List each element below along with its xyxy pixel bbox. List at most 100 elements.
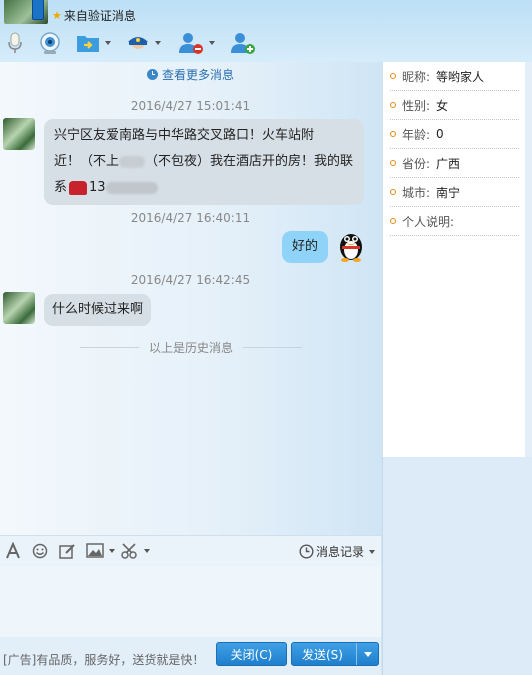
bullet-icon	[390, 102, 396, 108]
police-icon	[128, 37, 148, 49]
top-toolbar	[0, 28, 532, 58]
chevron-down-icon[interactable]	[209, 41, 215, 45]
bullet-icon	[390, 73, 396, 79]
font-icon	[6, 541, 20, 559]
penguin-icon	[340, 234, 362, 262]
chevron-down-icon[interactable]	[155, 41, 161, 45]
side-panel-bottom	[382, 457, 532, 675]
sender-avatar[interactable]	[3, 292, 35, 324]
remove-contact-icon	[179, 33, 203, 54]
field-label: 城市:	[402, 185, 431, 200]
chevron-down-icon[interactable]	[109, 548, 115, 553]
view-more-messages-link[interactable]: 查看更多消息	[0, 66, 381, 83]
emoji-button[interactable]	[32, 543, 48, 562]
voice-call-button[interactable]	[6, 30, 24, 56]
message-input[interactable]	[0, 567, 381, 637]
view-more-messages-label: 查看更多消息	[161, 68, 234, 82]
telephone-icon	[69, 180, 88, 195]
verify-message-row: ★ 来自验证消息	[52, 7, 136, 23]
clock-icon	[146, 69, 158, 80]
message-timestamp: 2016/4/27 16:42:45	[130, 273, 251, 287]
profile-row-bio: 个人说明:	[390, 207, 519, 236]
message-history-label: 消息记录	[316, 545, 365, 559]
blurred-phone-number	[105, 181, 158, 194]
star-icon: ★	[52, 8, 62, 22]
field-label: 昵称:	[402, 69, 431, 84]
message-text: 好的	[292, 239, 319, 254]
self-avatar[interactable]	[334, 228, 368, 265]
video-call-button[interactable]	[38, 30, 62, 56]
bottom-bar: [广告]有品质，服务好，送货就是快！ 关闭(C) 发送(S)	[0, 637, 381, 675]
font-button[interactable]	[5, 541, 21, 563]
profile-row-gender: 性别: 女	[390, 91, 519, 120]
clock-icon	[299, 544, 314, 559]
field-label: 个人说明:	[402, 214, 455, 229]
message-text-line: 系 13	[54, 175, 354, 201]
profile-panel: 昵称: 等哟家人 性别: 女 年龄: 0 省份: 广西 城市: 南宁 个人说明:	[382, 62, 525, 457]
field-label: 性别:	[402, 98, 431, 113]
field-value: 女	[436, 98, 449, 113]
remove-contact-button[interactable]	[178, 30, 215, 56]
send-button[interactable]: 发送(S)	[291, 642, 379, 666]
incoming-message-bubble[interactable]: 什么时候过来啊	[44, 294, 152, 326]
message-text: 什么时候过来啊	[52, 302, 144, 317]
ad-text[interactable]: [广告]有品质，服务好，送货就是快！	[3, 651, 204, 668]
verify-message-label: 来自验证消息	[63, 8, 136, 23]
message-timestamp: 2016/4/27 15:01:41	[130, 99, 251, 113]
add-contact-icon	[231, 33, 255, 54]
message-history-pane[interactable]: 查看更多消息 2016/4/27 15:01:41 兴宁区友爱南路与中华路交叉路…	[0, 62, 381, 535]
bullet-icon	[390, 218, 396, 224]
field-label: 年龄:	[402, 127, 431, 142]
input-toolbar: 消息记录	[0, 535, 381, 567]
profile-row-nickname: 昵称: 等哟家人	[390, 62, 519, 91]
mobile-phone-icon	[32, 0, 44, 20]
message-text-line: 近！（不上 （不包夜）我在酒店开的房！我的联	[54, 154, 354, 169]
history-separator: 以上是历史消息	[80, 339, 303, 356]
field-value: 南宁	[436, 185, 461, 200]
send-file-button[interactable]	[76, 30, 111, 56]
scissors-icon	[121, 543, 137, 559]
message-timestamp: 2016/4/27 16:40:11	[130, 211, 251, 225]
sender-avatar[interactable]	[3, 118, 35, 150]
field-label: 省份:	[402, 156, 431, 171]
chevron-down-icon	[363, 651, 372, 657]
blurred-text	[119, 155, 146, 168]
smiley-icon	[32, 543, 48, 559]
chevron-down-icon[interactable]	[144, 549, 150, 553]
send-button-label: 发送(S)	[302, 647, 343, 662]
divider	[80, 347, 139, 348]
history-label: 以上是历史消息	[149, 341, 234, 355]
image-button[interactable]	[86, 543, 115, 558]
field-value: 0	[436, 127, 444, 141]
profile-row-province: 省份: 广西	[390, 149, 519, 178]
profile-row-city: 城市: 南宁	[390, 178, 519, 207]
profile-row-age: 年龄: 0	[390, 120, 519, 149]
outgoing-message-bubble[interactable]: 好的	[282, 231, 329, 263]
microphone-icon	[8, 32, 22, 53]
contact-avatar[interactable]	[4, 0, 48, 24]
edit-icon	[59, 544, 75, 559]
bullet-icon	[390, 131, 396, 137]
webcam-icon	[40, 32, 60, 54]
close-button-label: 关闭(C)	[230, 647, 273, 662]
chevron-down-icon[interactable]	[105, 41, 111, 45]
bullet-icon	[390, 189, 396, 195]
close-button[interactable]: 关闭(C)	[216, 642, 287, 666]
chevron-down-icon[interactable]	[369, 549, 376, 554]
bullet-icon	[390, 160, 396, 166]
field-value: 广西	[436, 156, 461, 171]
scrollbar-track[interactable]	[525, 62, 532, 457]
file-transfer-icon	[77, 36, 99, 52]
message-history-button[interactable]: 消息记录	[299, 543, 376, 560]
remote-assist-button[interactable]	[126, 30, 161, 56]
send-options-dropdown[interactable]	[356, 643, 378, 665]
edit-button[interactable]	[59, 543, 76, 562]
field-value: 等哟家人	[436, 69, 485, 84]
screenshot-button[interactable]	[121, 543, 150, 559]
message-text-line: 兴宁区友爱南路与中华路交叉路口！火车站附	[54, 128, 315, 143]
add-contact-button[interactable]	[230, 30, 256, 56]
chat-header: ★ 来自验证消息	[0, 0, 532, 62]
incoming-message-bubble[interactable]: 兴宁区友爱南路与中华路交叉路口！火车站附 近！（不上 （不包夜）我在酒店开的房！我…	[44, 119, 364, 205]
image-icon	[86, 543, 104, 558]
divider	[243, 347, 303, 348]
